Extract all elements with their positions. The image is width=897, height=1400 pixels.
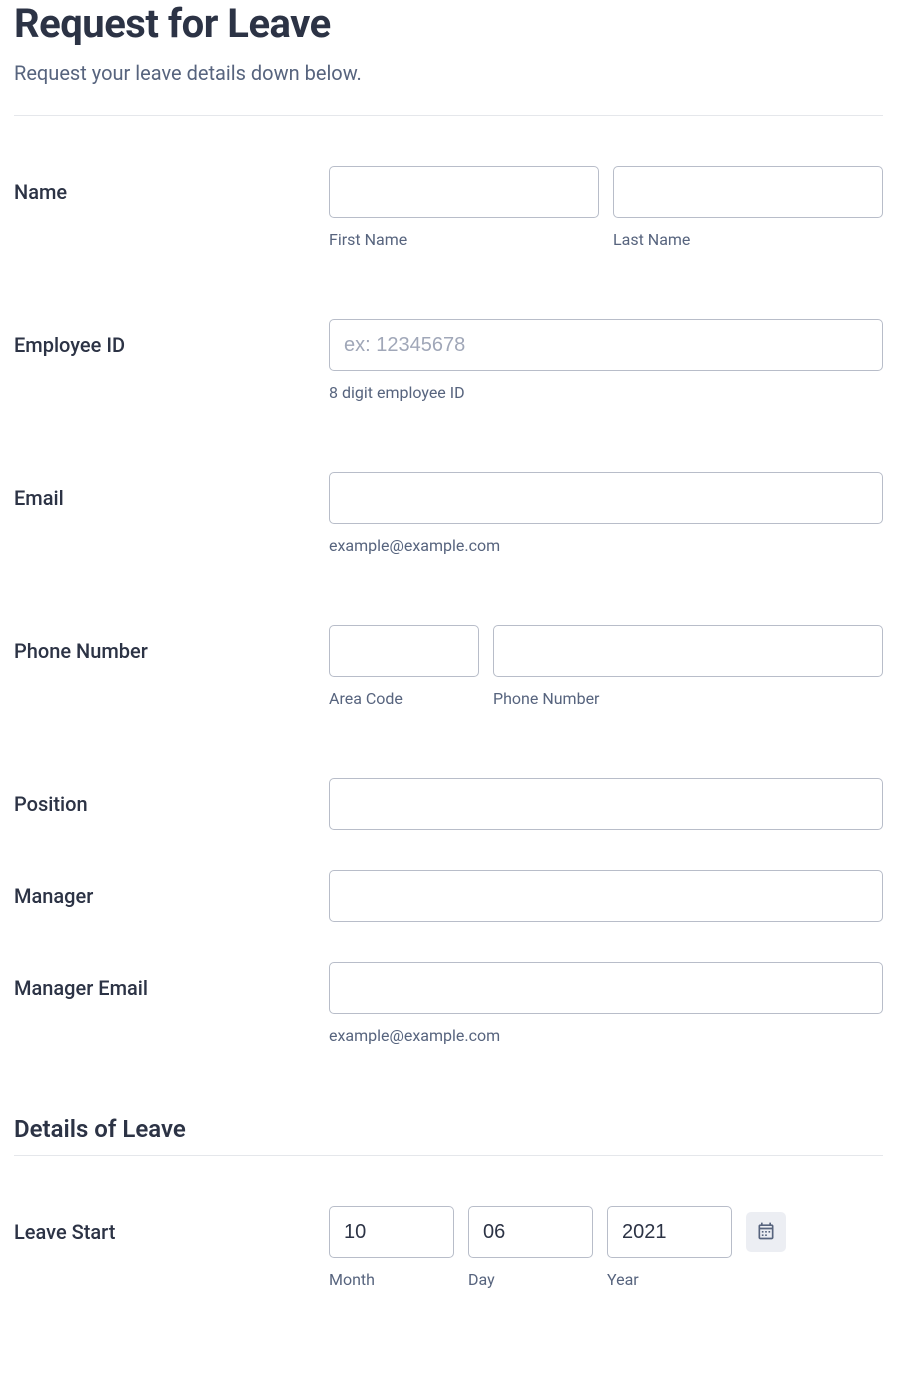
- phone-number-sublabel: Phone Number: [493, 689, 883, 708]
- details-section-header: Details of Leave: [14, 1115, 883, 1156]
- manager-email-row: Manager Email example@example.com: [14, 962, 883, 1045]
- calendar-icon: [756, 1221, 776, 1244]
- position-row: Position: [14, 778, 883, 830]
- leave-start-year-sublabel: Year: [607, 1270, 732, 1289]
- calendar-button[interactable]: [746, 1212, 786, 1252]
- email-row: Email example@example.com: [14, 472, 883, 555]
- name-row: Name First Name Last Name: [14, 166, 883, 249]
- employee-id-input[interactable]: [329, 319, 883, 371]
- employee-id-row: Employee ID 8 digit employee ID: [14, 319, 883, 402]
- leave-start-row: Leave Start Month Day Year: [14, 1206, 883, 1289]
- email-input[interactable]: [329, 472, 883, 524]
- manager-email-input[interactable]: [329, 962, 883, 1014]
- form-header: Request for Leave Request your leave det…: [14, 0, 883, 116]
- last-name-sublabel: Last Name: [613, 230, 883, 249]
- page-title: Request for Leave: [14, 0, 883, 47]
- position-input[interactable]: [329, 778, 883, 830]
- email-label: Email: [14, 486, 64, 510]
- manager-label: Manager: [14, 884, 93, 908]
- first-name-sublabel: First Name: [329, 230, 599, 249]
- leave-start-month-sublabel: Month: [329, 1270, 454, 1289]
- leave-start-label: Leave Start: [14, 1220, 115, 1244]
- leave-start-year-input[interactable]: [607, 1206, 732, 1258]
- manager-row: Manager: [14, 870, 883, 922]
- area-code-input[interactable]: [329, 625, 479, 677]
- page-subtitle: Request your leave details down below.: [14, 61, 883, 85]
- leave-start-day-input[interactable]: [468, 1206, 593, 1258]
- phone-label: Phone Number: [14, 639, 148, 663]
- last-name-input[interactable]: [613, 166, 883, 218]
- phone-number-input[interactable]: [493, 625, 883, 677]
- employee-id-sublabel: 8 digit employee ID: [329, 383, 883, 402]
- position-label: Position: [14, 792, 88, 816]
- manager-email-sublabel: example@example.com: [329, 1026, 883, 1045]
- leave-start-month-input[interactable]: [329, 1206, 454, 1258]
- employee-id-label: Employee ID: [14, 333, 125, 357]
- details-section-title: Details of Leave: [14, 1115, 883, 1143]
- manager-email-label: Manager Email: [14, 976, 148, 1000]
- leave-start-day-sublabel: Day: [468, 1270, 593, 1289]
- first-name-input[interactable]: [329, 166, 599, 218]
- area-code-sublabel: Area Code: [329, 689, 479, 708]
- name-label: Name: [14, 180, 67, 204]
- phone-row: Phone Number Area Code Phone Number: [14, 625, 883, 708]
- manager-input[interactable]: [329, 870, 883, 922]
- email-sublabel: example@example.com: [329, 536, 883, 555]
